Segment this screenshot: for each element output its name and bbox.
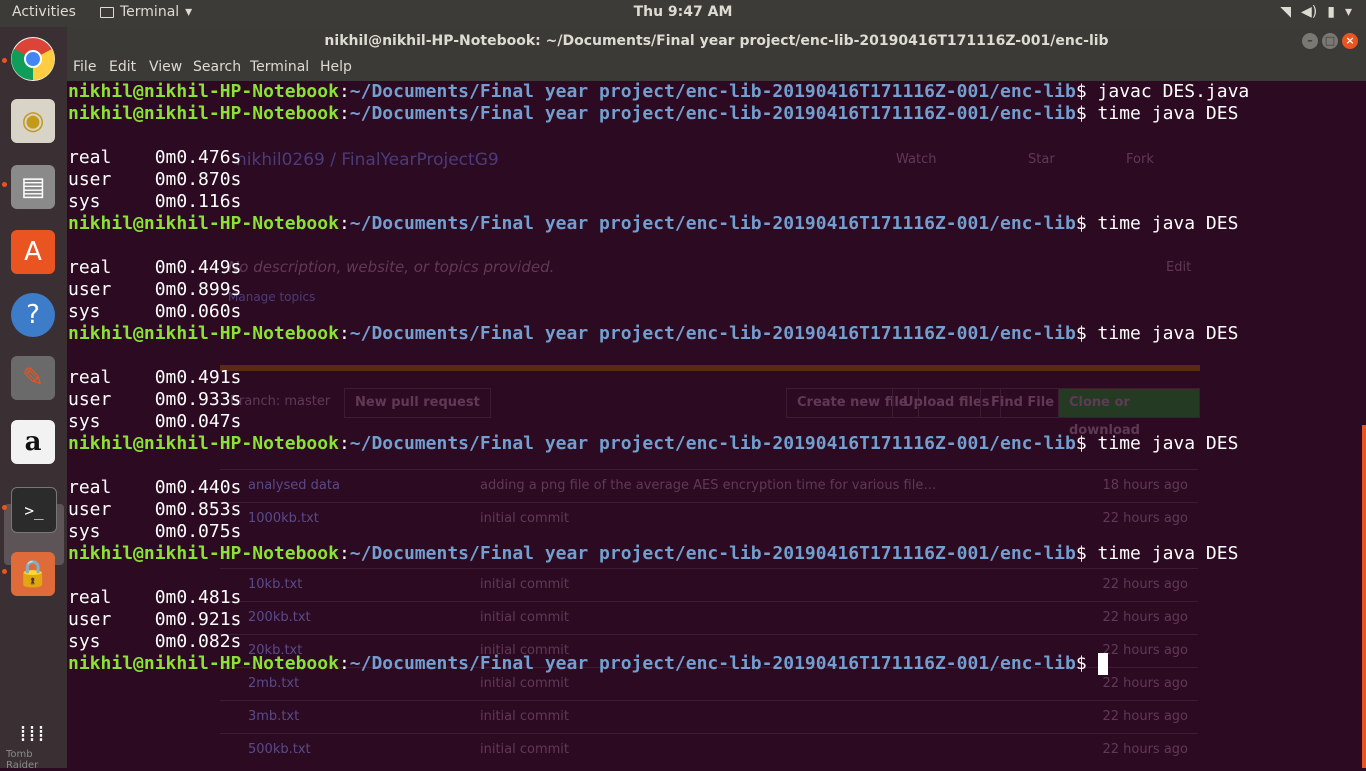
menu-edit[interactable]: Edit [109, 59, 136, 75]
wifi-icon: ◥ [1280, 4, 1292, 20]
file-row: 10kb.txt initial commit 22 hours ago [220, 568, 1198, 601]
star-button: Star [1028, 152, 1055, 167]
clock[interactable]: Thu 9:47 AM [0, 4, 1366, 20]
menu-file[interactable]: File [73, 59, 96, 75]
command: javac DES.java [1097, 81, 1250, 102]
maximize-button[interactable]: □ [1322, 33, 1338, 49]
terminal-icon[interactable]: >_ [11, 487, 57, 533]
fork-button: Fork [1126, 152, 1154, 167]
find-file-button: Find File [980, 388, 1066, 418]
top-panel: Activities Terminal ▾ Thu 9:47 AM ◥ ◀) ▮… [0, 0, 1366, 27]
command: time java DES [1097, 433, 1239, 454]
edit-button: Edit [1166, 260, 1192, 275]
speaker-icon[interactable]: ◉ [11, 99, 55, 143]
prompt-line: nikhil@nikhil-HP-Notebook:~/Documents/Fi… [68, 81, 1250, 102]
command: time java DES [1097, 103, 1239, 124]
clone-download-button: Clone or download [1058, 388, 1200, 438]
help-icon[interactable]: ? [11, 293, 55, 337]
dock: ◉ ▤ A ? ✎ a >_ 🔒 ⁞⁞⁞ Tomb Raider [0, 27, 67, 771]
file-row: analysed data adding a png file of the av… [220, 469, 1198, 502]
window-controls: – □ × [1302, 33, 1358, 49]
file-cabinet-icon[interactable]: ▤ [11, 165, 55, 209]
time-real-line: real 0m0.449s [68, 257, 242, 278]
status-area[interactable]: ◥ ◀) ▮ ▾ [1280, 4, 1352, 20]
time-sys-line: sys 0m0.082s [68, 631, 242, 652]
menu-help[interactable]: Help [320, 59, 352, 75]
running-indicator [2, 505, 7, 510]
menu-search[interactable]: Search [193, 59, 241, 75]
time-sys-line: sys 0m0.116s [68, 191, 242, 212]
shopping-bag-icon[interactable]: A [11, 230, 55, 274]
prompt-line: nikhil@nikhil-HP-Notebook:~/Documents/Fi… [68, 543, 1239, 564]
command: time java DES [1097, 213, 1239, 234]
time-real-line: real 0m0.476s [68, 147, 242, 168]
time-user-line: user 0m0.853s [68, 499, 242, 520]
file-row: 200kb.txt initial commit 22 hours ago [220, 601, 1198, 634]
chrome-icon[interactable] [11, 37, 55, 81]
current-prompt-line[interactable]: nikhil@nikhil-HP-Notebook:~/Documents/Fi… [68, 653, 1108, 675]
menu-bar: File Edit View Search Terminal Help [67, 56, 1366, 81]
running-indicator [2, 182, 7, 187]
menu-view[interactable]: View [149, 59, 182, 75]
time-user-line: user 0m0.899s [68, 279, 242, 300]
time-real-line: real 0m0.491s [68, 367, 242, 388]
prompt-line: nikhil@nikhil-HP-Notebook:~/Documents/Fi… [68, 213, 1239, 234]
time-user-line: user 0m0.870s [68, 169, 242, 190]
language-bar [220, 365, 1200, 371]
minimize-button[interactable]: – [1302, 33, 1318, 49]
file-row: 500kb.txt initial commit 22 hours ago [220, 733, 1198, 766]
prompt-line: nikhil@nikhil-HP-Notebook:~/Documents/Fi… [68, 433, 1239, 454]
battery-icon: ▮ [1327, 4, 1335, 20]
prompt-line: nikhil@nikhil-HP-Notebook:~/Documents/Fi… [68, 323, 1239, 344]
scrollbar[interactable] [1362, 425, 1366, 768]
running-indicator [2, 569, 7, 574]
command: time java DES [1097, 323, 1239, 344]
time-real-line: real 0m0.481s [68, 587, 242, 608]
amazon-icon[interactable]: a [11, 420, 55, 464]
time-sys-line: sys 0m0.060s [68, 301, 242, 322]
menu-terminal[interactable]: Terminal [250, 59, 309, 75]
file-row: 1000kb.txt initial commit 22 hours ago [220, 502, 1198, 535]
close-button[interactable]: × [1342, 33, 1358, 49]
time-sys-line: sys 0m0.047s [68, 411, 242, 432]
running-indicator [2, 58, 7, 63]
time-real-line: real 0m0.440s [68, 477, 242, 498]
watch-button: Watch [896, 152, 937, 167]
time-sys-line: sys 0m0.075s [68, 521, 242, 542]
repo-title: nikhil0269 / FinalYearProjectG9 [236, 150, 499, 170]
time-user-line: user 0m0.921s [68, 609, 242, 630]
window-titlebar[interactable]: nikhil@nikhil-HP-Notebook: ~/Documents/F… [67, 27, 1366, 56]
tools-icon[interactable]: ✎ [11, 356, 55, 400]
repo-description: No description, website, or topics provi… [228, 258, 555, 276]
new-pull-request-button: New pull request [344, 388, 491, 418]
file-row: 3mb.txt initial commit 22 hours ago [220, 700, 1198, 733]
text-cursor [1097, 653, 1108, 675]
prompt-line: nikhil@nikhil-HP-Notebook:~/Documents/Fi… [68, 103, 1239, 124]
window-title: nikhil@nikhil-HP-Notebook: ~/Documents/F… [324, 33, 1109, 49]
power-menu-icon: ▾ [1344, 4, 1352, 20]
folder-lock-icon[interactable]: 🔒 [11, 552, 55, 596]
time-user-line: user 0m0.933s [68, 389, 242, 410]
volume-icon: ◀) [1301, 4, 1318, 20]
command: time java DES [1097, 543, 1239, 564]
